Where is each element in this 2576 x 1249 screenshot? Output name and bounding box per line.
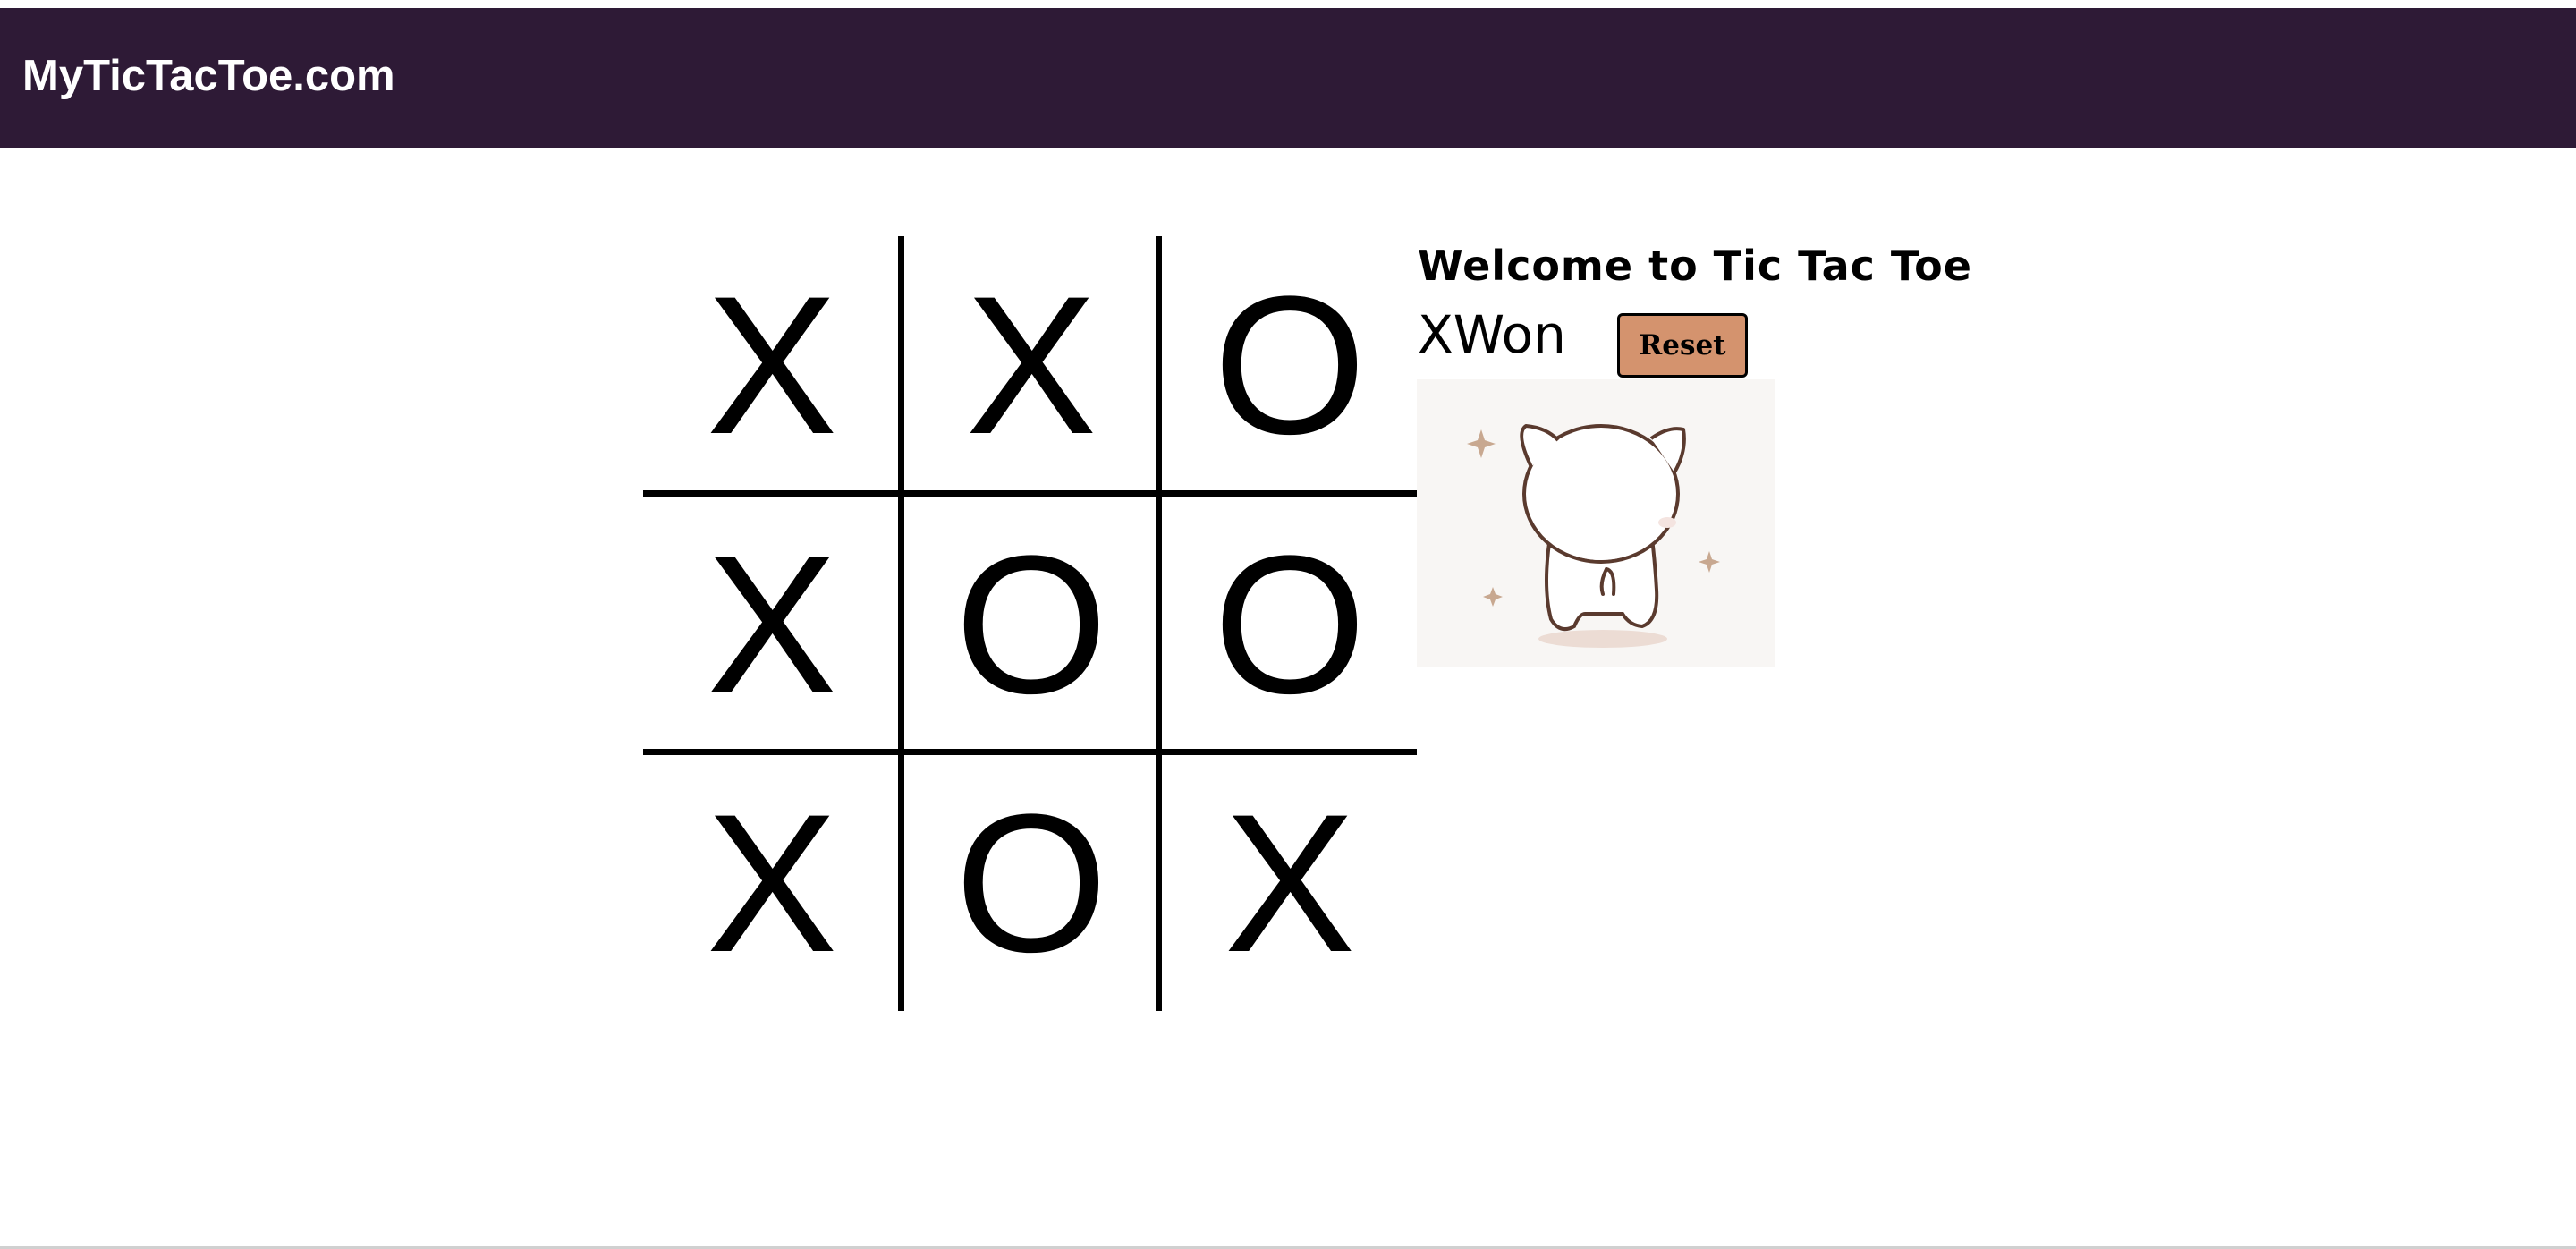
- cell-1-2[interactable]: O: [1161, 496, 1419, 753]
- cell-0-2[interactable]: O: [1161, 236, 1419, 494]
- top-strip: [0, 0, 2576, 8]
- cell-2-1[interactable]: O: [902, 754, 1160, 1012]
- cell-1-1[interactable]: O: [902, 496, 1160, 753]
- game-board: X X O X O O X O X: [643, 236, 1417, 1011]
- reset-button[interactable]: Reset: [1617, 313, 1748, 378]
- cell-0-0[interactable]: X: [643, 236, 901, 494]
- navbar: MyTicTacToe.com: [0, 8, 2576, 148]
- cat-celebration-icon: [1417, 379, 1775, 667]
- cell-2-0[interactable]: X: [643, 754, 901, 1012]
- game-status: XWon: [1418, 304, 1566, 365]
- cell-0-1[interactable]: X: [902, 236, 1160, 494]
- cell-2-2[interactable]: X: [1161, 754, 1419, 1012]
- welcome-heading: Welcome to Tic Tac Toe: [1418, 242, 1972, 290]
- cell-1-0[interactable]: X: [643, 496, 901, 753]
- brand-link[interactable]: MyTicTacToe.com: [22, 55, 395, 98]
